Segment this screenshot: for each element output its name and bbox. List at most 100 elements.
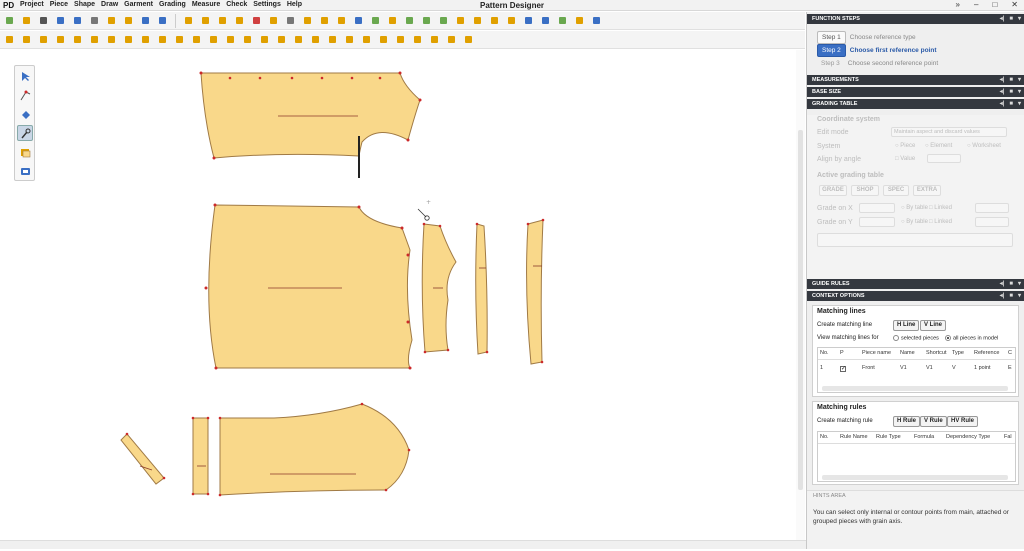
shape-tool-7-icon[interactable] — [105, 33, 118, 46]
base-size-header[interactable]: BASE SIZE ◂| ■ ▾ — [807, 87, 1024, 97]
step-1[interactable]: Step 1 Choose reference type — [817, 31, 916, 44]
step-2[interactable]: Step 2 Choose first reference point — [817, 44, 936, 57]
grade-y-link-input[interactable] — [975, 217, 1009, 227]
fill-tool-icon[interactable] — [17, 106, 33, 122]
canvas-scrollbar[interactable] — [796, 50, 805, 549]
plot-icon[interactable] — [71, 14, 84, 27]
piece-tool-icon[interactable] — [17, 144, 33, 160]
shape-tool-23-icon[interactable] — [377, 33, 390, 46]
dock-icon[interactable]: ◂| — [1000, 75, 1005, 85]
grade-x-linked[interactable]: □ Linked — [929, 205, 952, 211]
selected-pieces-radio[interactable]: selected pieces — [893, 335, 939, 341]
shape-tool-28-icon[interactable] — [462, 33, 475, 46]
print-icon[interactable] — [54, 14, 67, 27]
shape-tool-10-icon[interactable] — [156, 33, 169, 46]
shape-tool-13-icon[interactable] — [207, 33, 220, 46]
paste-icon[interactable] — [122, 14, 135, 27]
shape-tool-27-icon[interactable] — [445, 33, 458, 46]
grade-icon[interactable] — [318, 14, 331, 27]
select-arrow-icon[interactable] — [17, 68, 33, 84]
dock-icon[interactable]: ◂| — [1000, 291, 1005, 301]
shape-tool-15-icon[interactable] — [241, 33, 254, 46]
shape-tool-1-icon[interactable] — [3, 33, 16, 46]
shape-tool-16-icon[interactable] — [258, 33, 271, 46]
help-icon[interactable] — [522, 14, 535, 27]
tab-shop[interactable]: SHOP — [851, 185, 879, 196]
menu-settings[interactable]: Settings — [253, 1, 287, 8]
lock-icon[interactable]: ■ — [1009, 291, 1013, 301]
h-rule-button[interactable]: H Rule — [893, 416, 921, 427]
layers-tool-icon[interactable] — [17, 163, 33, 179]
save-icon[interactable] — [37, 14, 50, 27]
minimize-button[interactable]: – — [974, 0, 978, 9]
rules-icon[interactable] — [233, 14, 246, 27]
menu-project[interactable]: Project — [20, 1, 50, 8]
refresh-icon[interactable] — [454, 14, 467, 27]
pin-tool-icon[interactable] — [17, 125, 33, 141]
zoom-out-icon[interactable] — [420, 14, 433, 27]
redo-icon[interactable] — [156, 14, 169, 27]
grade-y-linked[interactable]: □ Linked — [929, 219, 952, 225]
menu-help[interactable]: Help — [287, 1, 308, 8]
dock-icon[interactable]: ◂| — [1000, 99, 1005, 109]
dock-icon[interactable]: ◂| — [1000, 14, 1005, 24]
shape-tool-6-icon[interactable] — [88, 33, 101, 46]
menu-grading[interactable]: Grading — [159, 1, 192, 8]
shape-tool-4-icon[interactable] — [54, 33, 67, 46]
fit-icon[interactable] — [369, 14, 382, 27]
edit-mode-select[interactable]: Maintain aspect and discard values — [891, 127, 1007, 137]
notch-icon[interactable] — [301, 14, 314, 27]
tab-spec[interactable]: SPEC — [883, 185, 909, 196]
system-piece-radio[interactable]: ○ Piece — [895, 143, 915, 149]
tab-grade[interactable]: GRADE — [819, 185, 847, 196]
piece-list-icon[interactable] — [182, 14, 195, 27]
undo-icon[interactable] — [139, 14, 152, 27]
shape-tool-19-icon[interactable] — [309, 33, 322, 46]
grade-y-input[interactable] — [859, 217, 895, 227]
shape-tool-21-icon[interactable] — [343, 33, 356, 46]
pattern-icon[interactable] — [505, 14, 518, 27]
check-icon[interactable] — [556, 14, 569, 27]
menu-check[interactable]: Check — [226, 1, 253, 8]
pin-icon[interactable]: ▾ — [1018, 87, 1021, 97]
shape-tool-26-icon[interactable] — [428, 33, 441, 46]
menu-garment[interactable]: Garment — [124, 1, 159, 8]
colors-icon[interactable] — [471, 14, 484, 27]
dock-icon[interactable]: ◂| — [1000, 279, 1005, 289]
system-worksheet-radio[interactable]: ○ Worksheet — [967, 143, 1001, 149]
new-project-icon[interactable] — [3, 14, 16, 27]
shape-tool-18-icon[interactable] — [292, 33, 305, 46]
shape-tool-25-icon[interactable] — [411, 33, 424, 46]
measurements-header[interactable]: MEASUREMENTS ◂| ■ ▾ — [807, 75, 1024, 85]
shape-tool-2-icon[interactable] — [20, 33, 33, 46]
function-steps-header[interactable]: FUNCTION STEPS ◂| ■ ▾ — [807, 14, 1024, 24]
v-line-button[interactable]: V Line — [920, 320, 947, 331]
shape-tool-22-icon[interactable] — [360, 33, 373, 46]
collapse-icon[interactable]: » — [956, 0, 960, 9]
shape-tool-17-icon[interactable] — [275, 33, 288, 46]
open-icon[interactable] — [20, 14, 33, 27]
lock-icon[interactable]: ■ — [1009, 14, 1013, 24]
value-checkbox[interactable]: □ Value — [895, 156, 915, 162]
row-checkbox[interactable]: ✓ — [840, 365, 846, 372]
h-line-button[interactable]: H Line — [893, 320, 920, 331]
scrollbar-thumb[interactable] — [798, 130, 803, 490]
shape-tool-12-icon[interactable] — [190, 33, 203, 46]
drawing-canvas[interactable]: + — [0, 50, 805, 549]
menu-measure[interactable]: Measure — [192, 1, 226, 8]
pin-icon[interactable]: ▾ — [1018, 14, 1021, 24]
pin-icon[interactable]: ▾ — [1018, 75, 1021, 85]
shape-tool-14-icon[interactable] — [224, 33, 237, 46]
measure-icon[interactable] — [335, 14, 348, 27]
menu-draw[interactable]: Draw — [101, 1, 124, 8]
shape-tool-24-icon[interactable] — [394, 33, 407, 46]
color-wheel-icon[interactable] — [250, 14, 263, 27]
lock-icon[interactable]: ■ — [1009, 87, 1013, 97]
shape-tool-3-icon[interactable] — [37, 33, 50, 46]
grade-y-by-table[interactable]: ○ By table — [901, 219, 928, 225]
layout-icon[interactable] — [267, 14, 280, 27]
value-input[interactable] — [927, 154, 961, 163]
shape-tool-5-icon[interactable] — [71, 33, 84, 46]
chart-icon[interactable] — [539, 14, 552, 27]
copy-icon[interactable] — [105, 14, 118, 27]
